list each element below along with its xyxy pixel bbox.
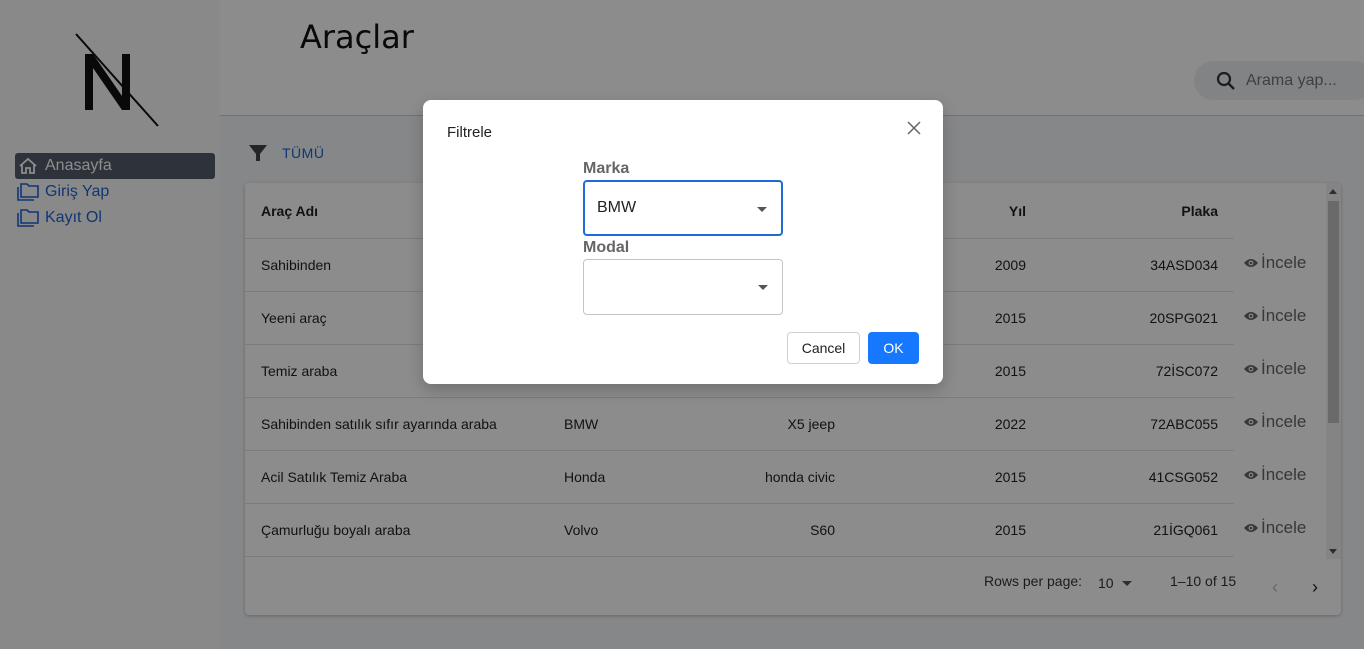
cancel-button[interactable]: Cancel: [787, 332, 860, 364]
model-select[interactable]: [583, 259, 783, 315]
brand-select-value: BMW: [597, 199, 637, 216]
dialog-title: Filtrele: [447, 124, 493, 141]
brand-label: Marka: [583, 160, 630, 177]
model-label: Modal: [583, 239, 630, 256]
chevron-down-icon: [758, 285, 768, 290]
brand-select[interactable]: BMW: [583, 180, 783, 236]
filter-dialog: Filtrele Marka BMW Modal Cancel OK: [423, 100, 943, 384]
close-icon[interactable]: [905, 119, 923, 137]
ok-button[interactable]: OK: [868, 332, 919, 364]
chevron-down-icon: [757, 207, 767, 212]
